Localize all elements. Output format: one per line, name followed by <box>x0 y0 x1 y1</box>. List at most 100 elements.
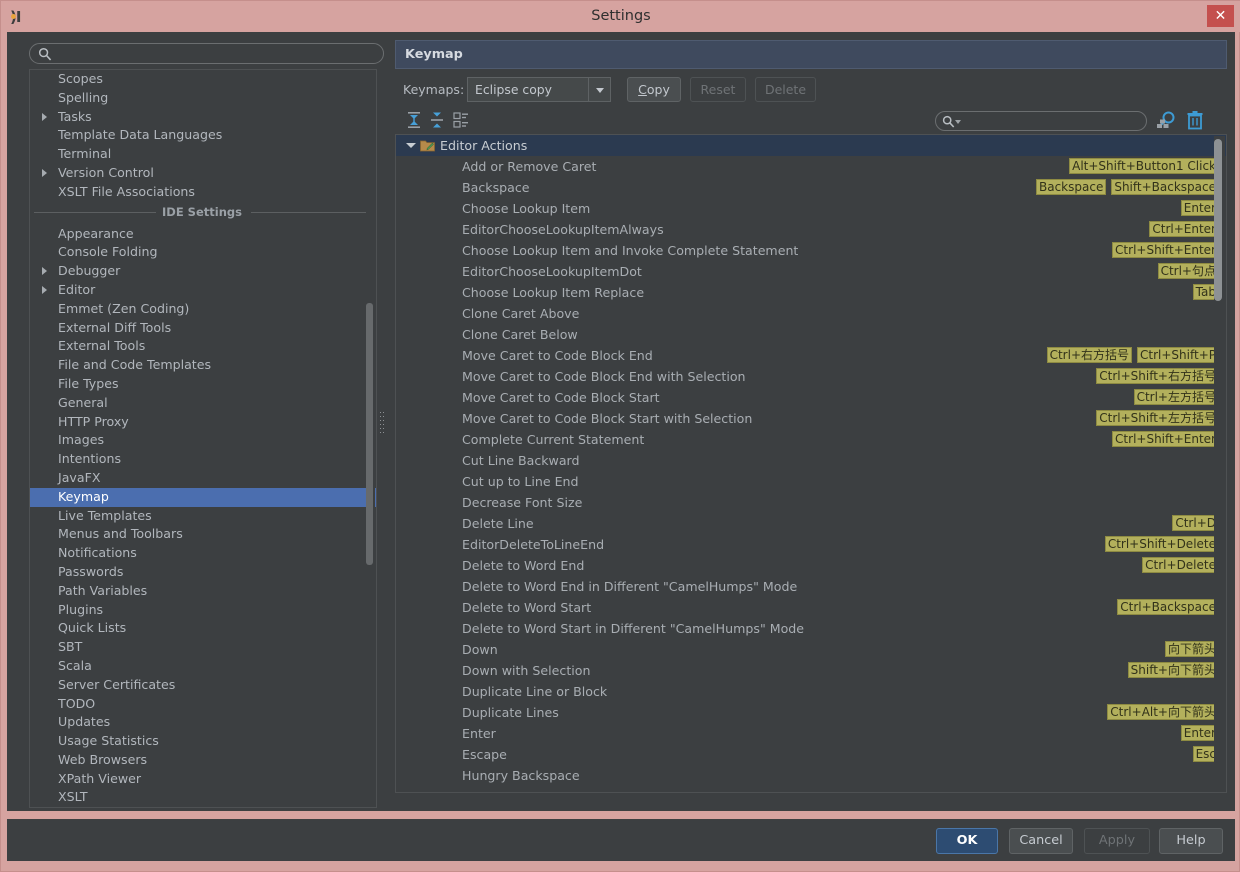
table-row[interactable]: Clone Caret Above <box>396 303 1226 324</box>
table-row[interactable]: Enter Enter <box>396 723 1226 744</box>
status-badge[interactable]: Ctrl+句点 <box>1157 263 1219 279</box>
table-row[interactable]: Delete to Word End in Different "CamelHu… <box>396 576 1226 597</box>
sidebar-item-http-proxy[interactable]: HTTP Proxy <box>30 413 376 432</box>
sidebar-item-template-data-languages[interactable]: Template Data Languages <box>30 126 376 145</box>
close-icon[interactable]: ✕ <box>1207 5 1234 27</box>
table-row[interactable]: Choose Lookup Item Replace Tab <box>396 282 1226 303</box>
sidebar-item-live-templates[interactable]: Live Templates <box>30 507 376 526</box>
sidebar-item-file-and-code-templates[interactable]: File and Code Templates <box>30 356 376 375</box>
sidebar-item-intentions[interactable]: Intentions <box>30 450 376 469</box>
sidebar-scrollbar-thumb[interactable] <box>366 303 373 565</box>
sidebar-item-scopes[interactable]: Scopes <box>30 70 376 89</box>
status-badge[interactable]: Shift+Backspace <box>1111 179 1219 195</box>
table-row[interactable]: Move Caret to Code Block End Ctrl+右方括号 Ctr… <box>396 345 1226 366</box>
tree-scrollbar[interactable] <box>1214 136 1225 792</box>
status-badge[interactable]: Ctrl+右方括号 <box>1046 347 1133 363</box>
show-tree-icon[interactable] <box>451 111 471 129</box>
sidebar-item-xpath-viewer[interactable]: XPath Viewer <box>30 770 376 789</box>
status-badge[interactable]: Ctrl+Alt+向下箭头 <box>1107 704 1219 720</box>
table-row[interactable]: Delete Line Ctrl+D <box>396 513 1226 534</box>
sidebar-item-path-variables[interactable]: Path Variables <box>30 582 376 601</box>
sidebar-item-version-control[interactable]: Version Control <box>30 164 376 183</box>
status-badge[interactable]: Ctrl+Delete <box>1142 557 1219 573</box>
find-by-shortcut-icon[interactable] <box>1155 110 1177 131</box>
table-row[interactable]: Choose Lookup Item and Invoke Complete S… <box>396 240 1226 261</box>
sidebar-search-input[interactable] <box>56 46 374 62</box>
table-row[interactable]: Decrease Font Size <box>396 492 1226 513</box>
sidebar-item-spelling[interactable]: Spelling <box>30 89 376 108</box>
table-row[interactable]: Add or Remove Caret Alt+Shift+Button1 Cli… <box>396 156 1226 177</box>
sidebar-item-general[interactable]: General <box>30 394 376 413</box>
table-row[interactable]: Delete to Word End Ctrl+Delete <box>396 555 1226 576</box>
status-badge[interactable]: Alt+Shift+Button1 Click <box>1069 158 1219 174</box>
table-row[interactable]: Backspace Backspace Shift+Backspace <box>396 177 1226 198</box>
sidebar-item-appearance[interactable]: Appearance <box>30 225 376 244</box>
table-row[interactable]: Delete to Word Start in Different "Camel… <box>396 618 1226 639</box>
status-badge[interactable]: Ctrl+D <box>1172 515 1219 531</box>
table-row[interactable]: Move Caret to Code Block Start Ctrl+左方括号 <box>396 387 1226 408</box>
sidebar-item-images[interactable]: Images <box>30 431 376 450</box>
chevron-down-icon[interactable] <box>588 78 610 101</box>
status-badge[interactable]: Backspace <box>1035 179 1107 195</box>
table-row[interactable]: Down with Selection Shift+向下箭头 <box>396 660 1226 681</box>
sidebar-item-tasks[interactable]: Tasks <box>30 108 376 127</box>
sidebar-item-server-certificates[interactable]: Server Certificates <box>30 676 376 695</box>
table-row[interactable]: Down 向下箭头 <box>396 639 1226 660</box>
status-badge[interactable]: Ctrl+Shift+P <box>1137 347 1219 363</box>
chevron-down-icon[interactable] <box>406 143 416 148</box>
chevron-right-icon[interactable] <box>42 267 47 276</box>
tree-scrollbar-thumb[interactable] <box>1214 139 1222 301</box>
table-row[interactable]: Complete Current Statement Ctrl+Shift+Ent… <box>396 429 1226 450</box>
table-row[interactable]: Choose Lookup Item Enter <box>396 198 1226 219</box>
status-badge[interactable]: Ctrl+Enter <box>1149 221 1219 237</box>
copy-keymap-button[interactable]: Copy <box>627 77 681 102</box>
table-row[interactable]: Duplicate Lines Ctrl+Alt+向下箭头 <box>396 702 1226 723</box>
chevron-right-icon[interactable] <box>42 285 47 294</box>
table-row[interactable]: Escape Esc <box>396 744 1226 765</box>
sidebar-item-sbt[interactable]: SBT <box>30 638 376 657</box>
sidebar-item-todo[interactable]: TODO <box>30 695 376 714</box>
table-row[interactable]: EditorChooseLookupItemAlways Ctrl+Enter <box>396 219 1226 240</box>
sidebar-scrollbar[interactable] <box>366 71 375 807</box>
shortcut-search-box[interactable] <box>935 111 1147 131</box>
status-badge[interactable]: Ctrl+Shift+左方括号 <box>1096 410 1219 426</box>
collapse-all-icon[interactable] <box>427 111 447 129</box>
chevron-right-icon[interactable] <box>42 168 47 177</box>
keymap-select[interactable]: Eclipse copy <box>467 77 611 102</box>
sidebar-item-xslt[interactable]: XSLT <box>30 788 376 807</box>
cancel-button[interactable]: Cancel <box>1009 828 1073 854</box>
sidebar-item-updates[interactable]: Updates <box>30 713 376 732</box>
status-badge[interactable]: 向下箭头 <box>1164 641 1219 657</box>
sidebar-item-list[interactable]: Scopes Spelling Tasks Template Data Languag… <box>29 69 377 808</box>
sidebar-search-box[interactable] <box>29 43 384 64</box>
sidebar-item-quick-lists[interactable]: Quick Lists <box>30 619 376 638</box>
table-row[interactable]: Hungry Backspace <box>396 765 1226 786</box>
chevron-right-icon[interactable] <box>42 112 47 121</box>
status-badge[interactable]: Ctrl+Shift+右方括号 <box>1096 368 1219 384</box>
table-row[interactable]: Clone Caret Below <box>396 324 1226 345</box>
sidebar-item-keymap[interactable]: Keymap <box>30 487 376 507</box>
keymap-action-tree[interactable]: Editor Actions Add or Remove Caret Alt+Sh… <box>395 134 1227 793</box>
chevron-down-icon[interactable] <box>955 120 961 124</box>
sidebar-item-javafx[interactable]: JavaFX <box>30 469 376 488</box>
sidebar-item-external-tools[interactable]: External Tools <box>30 337 376 356</box>
status-badge[interactable]: Ctrl+Shift+Delete <box>1104 536 1219 552</box>
sidebar-item-file-types[interactable]: File Types <box>30 375 376 394</box>
status-badge[interactable]: Shift+向下箭头 <box>1127 662 1219 678</box>
ok-button[interactable]: OK <box>936 828 998 854</box>
sidebar-item-notifications[interactable]: Notifications <box>30 544 376 563</box>
sidebar-item-xslt-file-associations[interactable]: XSLT File Associations <box>30 183 376 202</box>
sidebar-item-passwords[interactable]: Passwords <box>30 563 376 582</box>
sidebar-item-debugger[interactable]: Debugger <box>30 262 376 281</box>
sidebar-item-plugins[interactable]: Plugins <box>30 601 376 620</box>
help-button[interactable]: Help <box>1159 828 1223 854</box>
sidebar-item-usage-statistics[interactable]: Usage Statistics <box>30 732 376 751</box>
panel-splitter[interactable] <box>377 42 387 810</box>
table-row[interactable]: Move Caret to Code Block End with Select… <box>396 366 1226 387</box>
table-row[interactable]: Delete to Word Start Ctrl+Backspace <box>396 597 1226 618</box>
table-row[interactable]: EditorDeleteToLineEnd Ctrl+Shift+Delete <box>396 534 1226 555</box>
delete-trash-icon[interactable] <box>1185 110 1205 131</box>
table-row[interactable]: Move Caret to Code Block Start with Sele… <box>396 408 1226 429</box>
table-row[interactable]: Cut Line Backward <box>396 450 1226 471</box>
sidebar-item-external-diff-tools[interactable]: External Diff Tools <box>30 319 376 338</box>
